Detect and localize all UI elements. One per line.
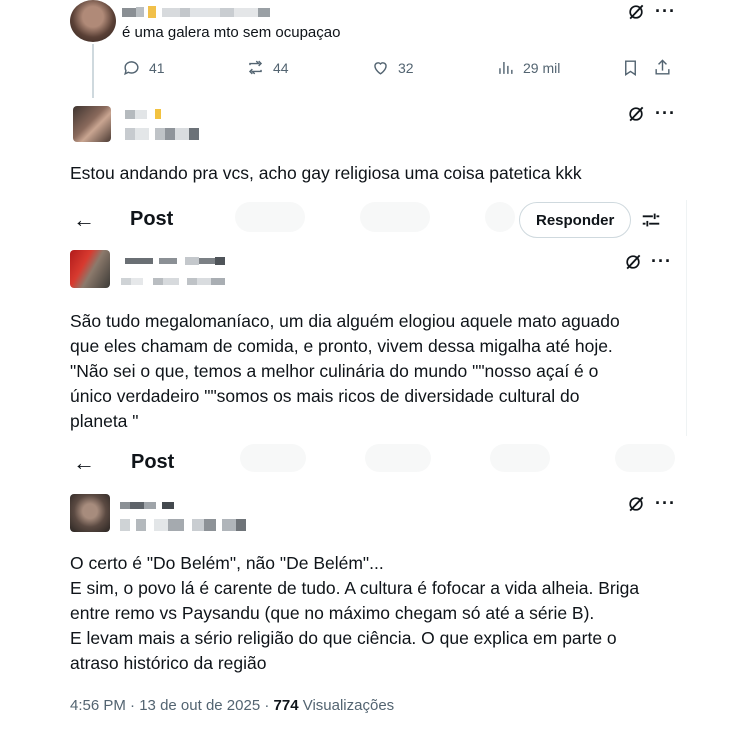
background-blur [485,202,515,232]
post-line: São tudo megalomaníaco, um dia alguém el… [70,311,620,331]
more-icon[interactable]: ··· [655,493,676,514]
reply-text: é uma galera mto sem ocupaçao [122,24,341,41]
reply-icon [124,61,139,76]
repost-icon [248,60,263,75]
repost-count: 44 [273,59,289,76]
reply-button[interactable]: 41 [122,58,165,77]
views-button[interactable]: 29 mil [496,58,560,77]
avatar[interactable] [73,106,111,142]
author-name-redacted [120,500,174,510]
post-line: E sim, o povo lá é carente de tudo. A cu… [70,578,640,598]
post-time[interactable]: 4:56 PM [70,697,126,714]
like-count: 32 [398,59,414,76]
author-handle-redacted [120,518,246,532]
background-blur [235,202,305,232]
post-line: único verdadeiro ""somos os mais ricos d… [70,386,580,406]
bookmark-button[interactable] [621,58,640,77]
more-icon[interactable]: ··· [651,251,672,272]
like-button[interactable]: 32 [371,58,414,77]
author-name-redacted [122,6,270,18]
repost-button[interactable]: 44 [246,58,289,77]
post-line: "Não sei o que, temos a melhor culinária… [70,361,599,381]
heart-icon [374,62,387,75]
author-name-redacted [125,108,161,120]
post-date[interactable]: 13 de out de 2025 [139,697,260,714]
grok-icon[interactable] [623,252,643,272]
thread-line [92,44,94,98]
post-line: atraso histórico da região [70,653,267,673]
author-handle-redacted [125,128,199,140]
background-blur [615,444,675,472]
views-count: 774 [273,697,299,714]
background-blur [490,444,550,472]
background-blur [360,202,430,232]
avatar[interactable] [70,494,110,532]
share-icon [655,59,670,75]
reply-count: 41 [149,59,165,76]
separator: · [264,697,274,714]
grok-icon[interactable] [626,104,646,124]
views-icon [499,61,513,74]
post-line: O certo é "Do Belém", não "De Belém"... [70,553,384,573]
filter-icon[interactable] [640,209,662,231]
post-line: planeta " [70,411,139,431]
divider [686,200,687,436]
page-title: Post [130,208,174,230]
avatar[interactable] [70,250,110,288]
back-arrow-icon[interactable]: ← [73,207,95,233]
views-count: 29 mil [523,59,561,76]
reply-text: Estou andando pra vcs, acho gay religios… [70,163,582,183]
separator: · [130,697,140,714]
page-title: Post [131,451,175,473]
more-icon[interactable]: ··· [655,103,676,124]
author-name-redacted [125,256,225,266]
post-body: São tudo megalomaníaco, um dia alguém el… [70,309,620,434]
grok-icon[interactable] [626,2,646,22]
more-icon[interactable]: ··· [655,1,676,22]
post-body: O certo é "Do Belém", não "De Belém"... … [70,551,639,676]
views-label: Visualizações [302,697,395,714]
respond-button[interactable]: Responder [519,202,632,238]
avatar[interactable] [70,0,116,42]
share-button[interactable] [653,58,672,77]
bookmark-icon [625,60,636,76]
background-blur [240,444,306,472]
background-blur [365,444,431,472]
grok-icon[interactable] [626,494,646,514]
post-line: E levam mais a sério religião do que ciê… [70,628,617,648]
back-arrow-icon[interactable]: ← [73,450,95,476]
post-line: que eles chamam de comida, e pronto, viv… [70,336,613,356]
post-line: entre remo vs Paysandu (que no máximo ch… [70,603,595,623]
author-handle-redacted [121,276,225,286]
post-meta: 4:56 PM · 13 de out de 2025 · 774 Visual… [70,697,394,714]
